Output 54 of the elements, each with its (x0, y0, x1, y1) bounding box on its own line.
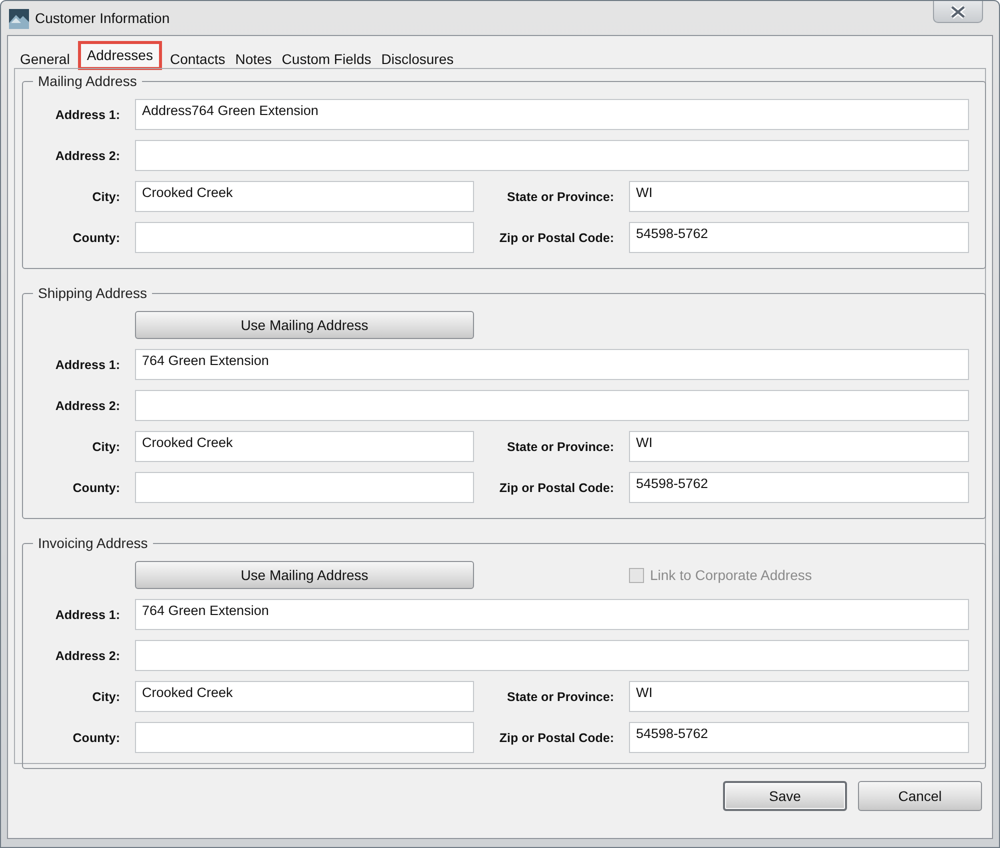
input-field[interactable]: 764 Green Extension (135, 599, 969, 630)
input-field[interactable] (135, 390, 969, 421)
field-label: Zip or Postal Code: (498, 230, 614, 244)
input-field[interactable]: Address764 Green Extension (135, 99, 969, 130)
dialog-button[interactable]: Save (723, 781, 847, 811)
input-field[interactable]: Crooked Creek (135, 181, 474, 212)
field-label: Address 1: (54, 358, 120, 372)
field-label: State or Province: (506, 190, 614, 204)
group-title: Mailing Address (37, 73, 138, 89)
input-field[interactable]: WI (629, 431, 969, 462)
input-field[interactable]: 54598-5762 (629, 722, 969, 753)
tab[interactable]: Addresses (78, 41, 162, 70)
tab[interactable]: Contacts (166, 47, 230, 70)
field-label: County: (72, 480, 120, 494)
close-icon (949, 4, 967, 18)
field-label: Zip or Postal Code: (498, 480, 614, 494)
input-field[interactable] (135, 640, 969, 671)
field-label: State or Province: (506, 690, 614, 704)
field-label: Address 2: (54, 148, 120, 162)
dialog-button[interactable]: Cancel (858, 781, 982, 811)
field-label: Address 1: (54, 108, 120, 122)
field-label: County: (72, 730, 120, 744)
field-label: County: (72, 230, 120, 244)
field-label: City: (91, 440, 120, 454)
window-title: Customer Information (35, 10, 170, 26)
input-field[interactable]: 54598-5762 (629, 222, 969, 253)
checkbox-label: Link to Corporate Address (650, 567, 812, 583)
input-field[interactable]: 764 Green Extension (135, 349, 969, 380)
tab[interactable]: Disclosures (377, 47, 458, 70)
field-label: City: (91, 190, 120, 204)
field-label: Address 1: (54, 608, 120, 622)
input-field[interactable] (135, 472, 474, 503)
input-field[interactable]: WI (629, 181, 969, 212)
group-title: Shipping Address (37, 285, 148, 301)
field-label: Address 2: (54, 648, 120, 662)
input-field[interactable]: Crooked Creek (135, 431, 474, 462)
tab[interactable]: Custom Fields (278, 47, 376, 70)
group-title: Invoicing Address (37, 535, 149, 551)
mountain-logo-icon (9, 9, 29, 29)
field-label: City: (91, 690, 120, 704)
use-mailing-address-button[interactable]: Use Mailing Address (135, 561, 474, 589)
input-field[interactable] (135, 140, 969, 171)
field-label: Zip or Postal Code: (498, 730, 614, 744)
input-field[interactable] (135, 222, 474, 253)
tab[interactable]: General (16, 47, 74, 70)
field-label: Address 2: (54, 398, 120, 412)
input-field[interactable]: WI (629, 681, 969, 712)
input-field[interactable]: 54598-5762 (629, 472, 969, 503)
use-mailing-address-button[interactable]: Use Mailing Address (135, 311, 474, 339)
close-button[interactable] (933, 1, 983, 23)
input-field[interactable]: Crooked Creek (135, 681, 474, 712)
input-field[interactable] (135, 722, 474, 753)
field-label: State or Province: (506, 440, 614, 454)
tab[interactable]: Notes (231, 47, 276, 70)
